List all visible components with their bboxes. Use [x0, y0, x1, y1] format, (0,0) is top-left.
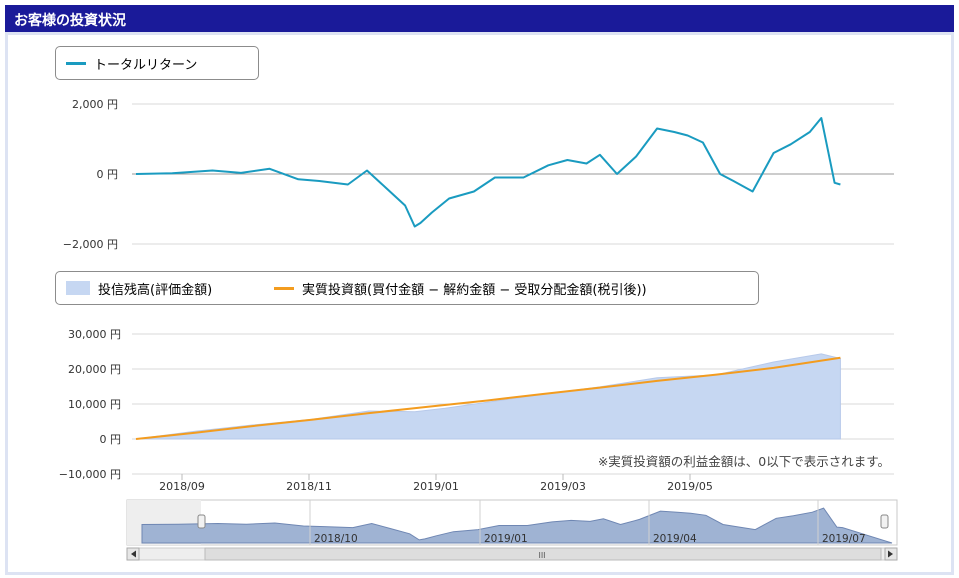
navigator-label: 2019/07 — [822, 533, 866, 545]
header-title: お客様の投資状況 — [14, 13, 126, 29]
x-tick-label: 2018/11 — [286, 480, 332, 493]
x-tick-label: 2019/05 — [667, 480, 713, 493]
navigator-label: 2018/10 — [314, 533, 358, 545]
navigator-label: 2019/04 — [653, 533, 697, 545]
bottom-y-tick-label: −10,000 円 — [59, 468, 121, 481]
top-y-tick-label: −2,000 円 — [63, 238, 118, 251]
bottom-y-tick-label: 0 円 — [100, 433, 122, 446]
top-y-tick-label: 0 円 — [97, 168, 119, 181]
navigator-label: 2019/01 — [484, 533, 528, 545]
page-header: お客様の投資状況 — [5, 5, 954, 32]
profit-note: ※実質投資額の利益金額は、0以下で表示されます。 — [598, 454, 890, 469]
balance-area[interactable] — [135, 353, 841, 440]
chart-svg: 2,000 円 0 円 −2,000 円 30,000 円 20,000 円 10,000… — [59, 98, 898, 561]
navigator-handle-right[interactable] — [880, 514, 889, 529]
x-tick-label: 2019/03 — [540, 480, 586, 493]
bottom-y-tick-label: 20,000 円 — [68, 363, 121, 376]
chart-panel: トータルリターン 投信残高(評価金額) 実質投資額(買付金額 − 解約金額 − … — [5, 32, 954, 575]
bottom-y-tick-label: 30,000 円 — [68, 328, 121, 341]
x-tick-label: 2018/09 — [159, 480, 205, 493]
total-return-line[interactable] — [135, 117, 841, 228]
scrollbar-grip: III — [538, 551, 545, 560]
bottom-y-tick-label: 10,000 円 — [68, 398, 121, 411]
top-y-tick-label: 2,000 円 — [72, 98, 118, 111]
navigator-handle-left[interactable] — [197, 514, 206, 529]
x-tick-label: 2019/01 — [413, 480, 459, 493]
